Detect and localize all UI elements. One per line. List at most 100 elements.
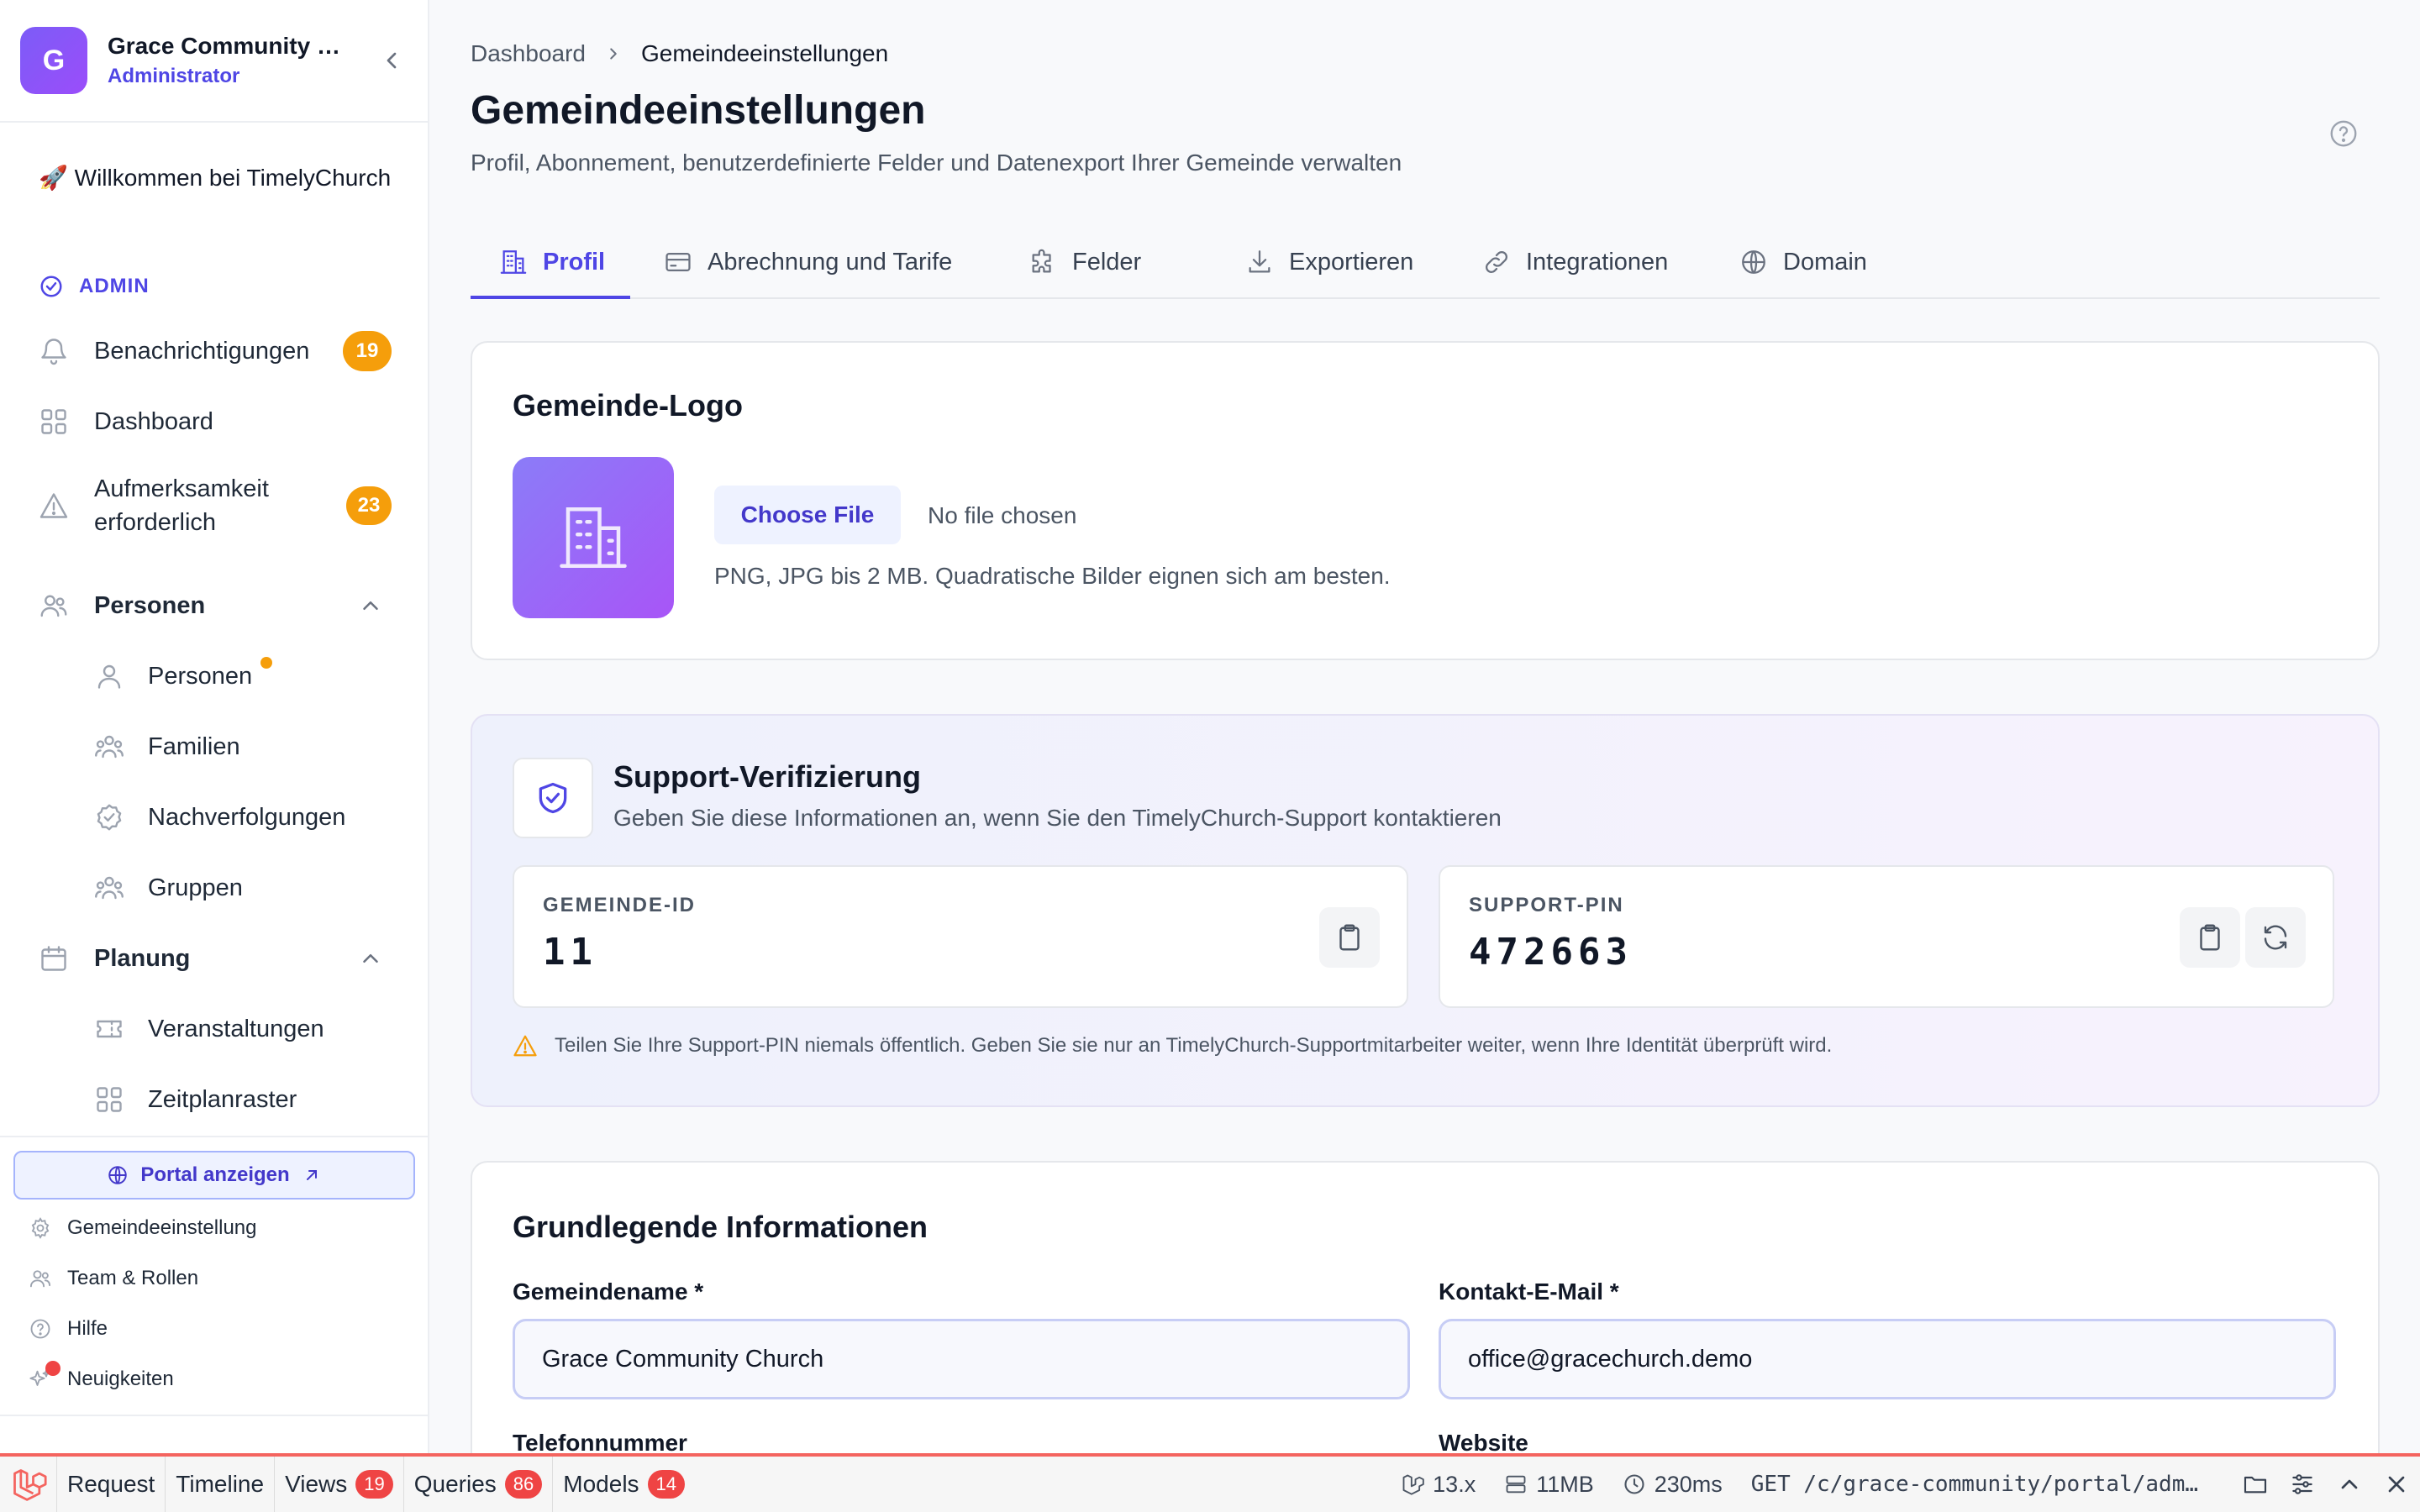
tab-label: Domain	[1783, 248, 1867, 276]
sidebar-item-label: Dashboard	[94, 407, 213, 435]
church-id-label: GEMEINDE-ID	[543, 894, 697, 916]
sidebar-footer-settings[interactable]: Gemeindeeinstellung	[29, 1215, 256, 1242]
tab-domain[interactable]: Domain	[1739, 225, 1867, 299]
sliders-icon	[2292, 1474, 2312, 1494]
debug-tab-views[interactable]: Views 19	[275, 1457, 404, 1512]
tab-label: Felder	[1072, 248, 1142, 276]
tab-label: Integrationen	[1526, 248, 1669, 276]
sidebar-divider	[0, 1136, 428, 1137]
debug-tab-timeline[interactable]: Timeline	[166, 1457, 276, 1512]
breadcrumb: Dashboard Gemeindeeinstellungen	[471, 40, 888, 67]
sidebar-item-notifications[interactable]: Benachrichtigungen 19	[39, 331, 392, 371]
sidebar-footer-team[interactable]: Team & Rollen	[29, 1265, 198, 1292]
help-icon[interactable]	[2328, 118, 2360, 150]
file-status: No file chosen	[928, 502, 1077, 528]
family-icon	[95, 735, 124, 759]
view-portal-button[interactable]: Portal anzeigen	[13, 1151, 415, 1200]
logo-card: Gemeinde-Logo Choose File No file chosen…	[471, 341, 2380, 660]
settings-tabs: Profil Abrechnung und Tarife Felder Expo…	[471, 225, 2380, 299]
website-label: Website	[1439, 1430, 1528, 1453]
church-logo-placeholder	[513, 457, 674, 618]
contact-email-input[interactable]: office@gracechurch.demo	[1439, 1319, 2336, 1399]
phone-label: Telefonnummer	[513, 1430, 687, 1453]
sidebar-group-people[interactable]: Personen	[39, 586, 392, 625]
debug-tab-models[interactable]: Models 14	[553, 1457, 695, 1512]
breadcrumb-dashboard-link[interactable]: Dashboard	[471, 40, 586, 67]
view-portal-label: Portal anzeigen	[140, 1163, 290, 1186]
sidebar-footer-help[interactable]: Hilfe	[29, 1315, 108, 1342]
grid-icon	[97, 1087, 122, 1112]
debug-tab-label: Queries	[413, 1471, 497, 1497]
sidebar-item-families[interactable]: Familien	[94, 727, 397, 766]
shield-icon-container	[513, 758, 593, 838]
debug-tab-request[interactable]: Request	[57, 1457, 166, 1512]
users-icon	[40, 595, 67, 617]
tab-label: Exportieren	[1289, 248, 1414, 276]
debug-bar: Request Timeline Views 19 Queries 86 Model…	[0, 1453, 2420, 1512]
tab-label: Profil	[543, 248, 606, 276]
tab-fields[interactable]: Felder	[1028, 225, 1141, 299]
sidebar-footer-news[interactable]: Neuigkeiten	[29, 1361, 174, 1393]
collapse-sidebar-icon[interactable]	[378, 47, 405, 74]
file-hint: PNG, JPG bis 2 MB. Quadratische Bilder e…	[714, 563, 1391, 589]
copy-pin-button[interactable]	[2180, 907, 2240, 968]
tab-profile[interactable]: Profil	[499, 225, 605, 299]
debug-duration-text: 230ms	[1654, 1471, 1723, 1497]
sidebar-item-followups[interactable]: Nachverfolgungen	[94, 798, 397, 837]
pin-warning: Teilen Sie Ihre Support-PIN niemals öffe…	[513, 1033, 1832, 1058]
debug-expand-button[interactable]	[2326, 1457, 2373, 1512]
debug-request-url: GET /c/grace-community/portal/adm…	[1750, 1472, 2198, 1497]
sidebar-item-label: Veranstaltungen	[148, 1015, 324, 1042]
church-name-label: Gemeindename *	[513, 1278, 704, 1305]
sidebar-item-people[interactable]: Personen	[94, 657, 397, 696]
check-circle-icon	[40, 276, 62, 297]
sidebar-divider	[0, 1415, 428, 1416]
sidebar-item-schedule[interactable]: Zeitplanraster	[94, 1080, 397, 1119]
gear-icon	[31, 1217, 50, 1239]
debug-version: 13.x	[1401, 1472, 1476, 1498]
debug-settings-button[interactable]	[2279, 1457, 2326, 1512]
laravel-icon	[1402, 1474, 1424, 1495]
basic-info-title: Grundlegende Informationen	[513, 1210, 929, 1244]
chevron-up-icon[interactable]	[358, 946, 383, 971]
sidebar-footer-label: Hilfe	[67, 1317, 108, 1340]
download-icon	[1249, 250, 1270, 273]
debug-memory-text: 11MB	[1536, 1471, 1594, 1497]
sidebar: G Grace Community Church Administrator 🚀…	[0, 0, 429, 1453]
tab-billing[interactable]: Abrechnung und Tarife	[664, 225, 952, 299]
basic-info-card: Grundlegende Informationen Gemeindename …	[471, 1161, 2380, 1453]
laravel-logo-icon[interactable]	[0, 1457, 57, 1512]
copy-church-id-button[interactable]	[1319, 907, 1380, 968]
contact-email-label: Kontakt-E-Mail *	[1439, 1278, 1619, 1305]
church-name-input[interactable]: Grace Community Church	[513, 1319, 1410, 1399]
chevron-up-icon[interactable]	[358, 593, 383, 618]
clock-icon	[1624, 1474, 1644, 1494]
support-pin-label: SUPPORT-PIN	[1469, 894, 1624, 916]
grid-icon	[41, 409, 66, 434]
warning-triangle-icon	[39, 493, 68, 518]
debug-open-button[interactable]	[2232, 1457, 2279, 1512]
debug-tab-queries[interactable]: Queries 86	[404, 1457, 554, 1512]
regenerate-pin-button[interactable]	[2245, 907, 2306, 968]
sidebar-item-attention[interactable]: Aufmerksamkeit erforderlich 23	[39, 470, 392, 541]
debug-tab-label: Request	[67, 1471, 155, 1497]
link-icon	[1486, 251, 1507, 273]
choose-file-button[interactable]: Choose File	[714, 486, 901, 544]
church-avatar: G	[20, 27, 87, 94]
debug-close-button[interactable]	[2373, 1457, 2420, 1512]
sidebar-group-planning[interactable]: Planung	[39, 939, 392, 978]
tab-export[interactable]: Exportieren	[1245, 225, 1413, 299]
sidebar-item-events[interactable]: Veranstaltungen	[94, 1010, 397, 1048]
sidebar-item-groups[interactable]: Gruppen	[94, 869, 397, 907]
debug-version-text: 13.x	[1433, 1471, 1476, 1497]
tab-integrations[interactable]: Integrationen	[1482, 225, 1668, 299]
sidebar-group-label: Personen	[94, 591, 206, 619]
sidebar-item-dashboard[interactable]: Dashboard	[39, 402, 392, 442]
church-switcher[interactable]: G Grace Community Church Administrator	[20, 27, 410, 94]
support-verification-card: Support-Verifizierung Geben Sie diese In…	[471, 714, 2380, 1107]
breadcrumb-current: Gemeindeeinstellungen	[640, 40, 889, 66]
globe-icon	[108, 1166, 128, 1184]
sidebar-footer-label: Gemeindeeinstellung	[67, 1216, 257, 1239]
question-circle-icon	[30, 1319, 50, 1339]
clipboard-icon	[2200, 924, 2220, 951]
